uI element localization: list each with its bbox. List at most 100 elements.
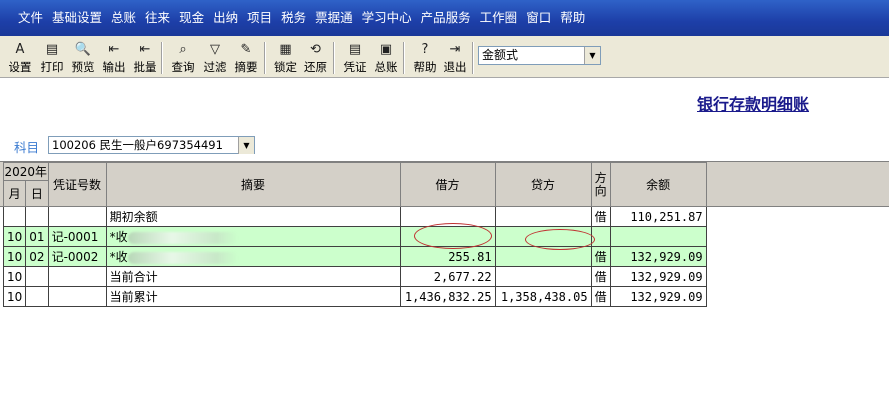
cell-debit: 1,436,832.25 xyxy=(399,286,496,307)
cell-voucher xyxy=(47,266,107,287)
annotation-ellipse xyxy=(414,223,492,249)
cell-day xyxy=(25,206,49,227)
cell-balance: 132,929.09 xyxy=(609,286,707,307)
cell-day: 01 xyxy=(25,226,49,247)
menu-item-5[interactable]: 出纳 xyxy=(209,0,242,36)
annotation-ellipse xyxy=(525,229,595,250)
restore-button[interactable]: ⟲ 还原 xyxy=(301,40,330,76)
menu-item-12[interactable]: 窗口 xyxy=(522,0,555,36)
table-row[interactable]: 10 01 记-0001 *收 xyxy=(2,226,707,247)
menu-item-4[interactable]: 现金 xyxy=(175,0,208,36)
table-row[interactable]: 10 02 记-0002 *收 255.81 借 132,929.09 xyxy=(2,246,707,267)
query-label: 查询 xyxy=(171,60,195,74)
help-icon: ? xyxy=(421,42,429,57)
cell-direction: 借 xyxy=(590,206,611,227)
lock-button[interactable]: ▦ 锁定 xyxy=(271,40,300,76)
cell-voucher-text: 记-0002 xyxy=(51,250,99,264)
chevron-down-icon[interactable]: ▼ xyxy=(584,47,600,64)
menu-item-7[interactable]: 税务 xyxy=(277,0,310,36)
month-header: 月 xyxy=(2,180,27,207)
table-row[interactable]: 10 当前累计 1,436,832.25 1,358,438.05 借 132,929.0… xyxy=(2,286,707,307)
format-select[interactable]: 金额式 ▼ xyxy=(478,46,601,65)
toolbar-separator xyxy=(264,42,266,74)
print-button[interactable]: ▤ 打印 xyxy=(37,40,67,76)
table-row[interactable]: 期初余额 借 110,251.87 xyxy=(2,206,707,227)
format-select-value: 金额式 xyxy=(482,48,519,62)
setup-button[interactable]: A 设置 xyxy=(5,40,35,76)
query-icon: ⌕ xyxy=(179,42,187,57)
preview-button[interactable]: 🔍 预览 xyxy=(68,40,98,76)
filter-label: 过滤 xyxy=(203,60,227,74)
preview-label: 预览 xyxy=(71,60,95,74)
cell-credit xyxy=(494,246,592,267)
direction-header: 方向 xyxy=(590,162,611,207)
batch-button[interactable]: ⇤ 批量 xyxy=(130,40,160,76)
ledger-button[interactable]: ▣ 总账 xyxy=(371,40,401,76)
summary-label: 摘要 xyxy=(234,60,258,74)
menu-item-9[interactable]: 学习中心 xyxy=(358,0,416,36)
chevron-down-icon[interactable]: ▼ xyxy=(238,137,254,154)
balance-header: 余额 xyxy=(609,162,707,207)
redacted-text xyxy=(127,231,238,244)
cell-summary: 当前合计 xyxy=(105,266,401,287)
subject-select[interactable]: 100206 民生一般户697354491 ▼ xyxy=(48,136,255,154)
filter-button[interactable]: ▽ 过滤 xyxy=(200,40,230,76)
cell-voucher: 记-0001 xyxy=(47,226,107,247)
cell-direction-text: 借 xyxy=(594,210,607,224)
menu-item-10[interactable]: 产品服务 xyxy=(417,0,475,36)
menu-item-0[interactable]: 文件 xyxy=(14,0,47,36)
menu-bar: 文件 基础设置 总账 往来 现金 出纳 项目 税务 票据通 学习中心 产品服务 工作圈 窗口 帮助 xyxy=(0,0,889,36)
subject-label: 科目 xyxy=(14,140,40,155)
help-button[interactable]: ? 帮助 xyxy=(410,40,440,76)
export-label: 输出 xyxy=(102,60,126,74)
toolbar-separator xyxy=(472,42,474,74)
menu-item-1[interactable]: 基础设置 xyxy=(48,0,106,36)
cell-debit-text: 1,436,832.25 xyxy=(404,289,492,304)
voucher-button[interactable]: ▤ 凭证 xyxy=(340,40,370,76)
export-icon: ⇤ xyxy=(108,42,120,57)
toolbar-separator xyxy=(161,42,163,74)
cell-direction-text: 借 xyxy=(594,250,607,264)
cell-direction: 借 xyxy=(590,266,611,287)
cell-day: 02 xyxy=(25,246,49,267)
cell-balance: 132,929.09 xyxy=(609,246,707,267)
summary-button[interactable]: ✎ 摘要 xyxy=(231,40,261,76)
cell-voucher xyxy=(47,286,107,307)
day-header: 日 xyxy=(25,180,49,207)
ledger-label: 总账 xyxy=(374,60,398,74)
toolbar-separator xyxy=(403,42,405,74)
cell-balance-text: 132,929.09 xyxy=(630,249,703,264)
menu-item-2[interactable]: 总账 xyxy=(107,0,140,36)
menu-item-13[interactable]: 帮助 xyxy=(556,0,589,36)
menu-item-11[interactable]: 工作圈 xyxy=(476,0,522,36)
menu-item-8[interactable]: 票据通 xyxy=(311,0,357,36)
page-title: 银行存款明细账 xyxy=(697,95,810,114)
credit-header: 贷方 xyxy=(494,162,592,207)
help-label: 帮助 xyxy=(413,60,437,74)
debit-header: 借方 xyxy=(399,162,496,207)
exit-button[interactable]: ⇥ 退出 xyxy=(441,40,469,76)
cell-month-text: 10 xyxy=(7,289,23,304)
ledger-window: 文件 基础设置 总账 往来 现金 出纳 项目 税务 票据通 学习中心 产品服务 工作圈 窗口 帮助 A 设置… xyxy=(0,0,889,410)
cell-summary-text: 当前合计 xyxy=(109,270,158,284)
export-button[interactable]: ⇤ 输出 xyxy=(99,40,129,76)
year-header: 2020年 xyxy=(3,162,49,181)
toolbar-separator xyxy=(333,42,335,74)
cell-credit-text: 1,358,438.05 xyxy=(500,289,588,304)
cell-summary-text: *收 xyxy=(109,230,128,244)
cell-balance: 132,929.09 xyxy=(609,266,707,287)
cell-month: 10 xyxy=(2,286,27,307)
table-row[interactable]: 10 当前合计 2,677.22 借 132,929.09 xyxy=(2,266,707,287)
redacted-text xyxy=(127,251,238,264)
menu-item-6[interactable]: 项目 xyxy=(243,0,276,36)
setup-label: 设置 xyxy=(8,60,32,74)
menu-item-3[interactable]: 往来 xyxy=(141,0,174,36)
cell-month xyxy=(2,206,27,227)
cell-month-text: 10 xyxy=(7,249,23,264)
query-button[interactable]: ⌕ 查询 xyxy=(168,40,198,76)
subject-select-value: 100206 民生一般户697354491 xyxy=(52,138,223,152)
restore-label: 还原 xyxy=(304,60,327,74)
cell-day xyxy=(25,266,49,287)
toolbar: A 设置 ▤ 打印 🔍 预览 ⇤ 输出 ⇤ 批量 ⌕ 查询 ▽ 过滤 ✎ 摘要 ▦ 锁定 ⟲ 还原 ▤ 凭证 ▣ 总账? 帮助 ⇥… xyxy=(0,36,889,78)
lock-label: 锁定 xyxy=(274,60,297,74)
